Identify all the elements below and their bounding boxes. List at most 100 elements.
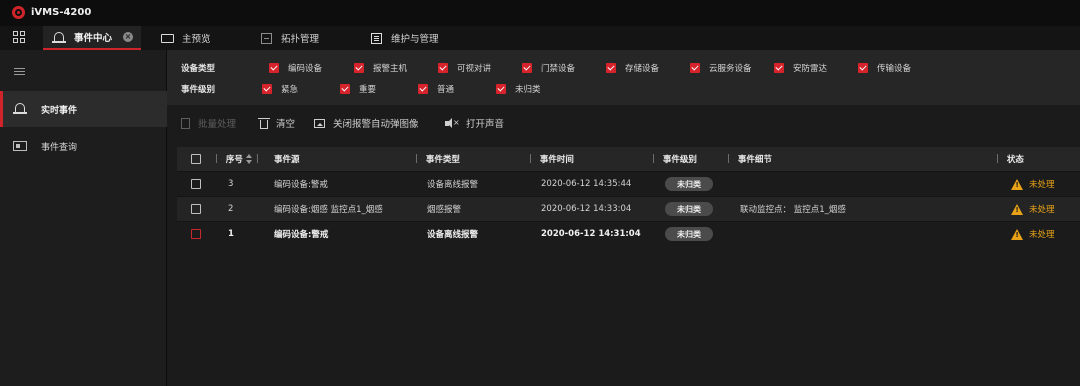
checkbox-label: 存储设备	[625, 64, 660, 74]
device-type-checkbox[interactable]: 安防雷达	[774, 62, 827, 74]
cell-index: 1	[228, 229, 234, 239]
topology-icon	[260, 32, 273, 44]
speaker-muted-icon: ×	[445, 117, 460, 129]
monitor-icon	[161, 33, 174, 44]
close-icon[interactable]: ×	[123, 32, 134, 42]
checkbox-label: 紧急	[281, 85, 299, 95]
column-header-status[interactable]: | 状态	[996, 147, 1024, 171]
cell-level: 未归类	[665, 222, 713, 246]
image-icon	[314, 118, 326, 129]
checkbox-checked-icon	[269, 63, 279, 73]
event-level-checkbox[interactable]: 紧急	[262, 83, 298, 95]
checkbox-checked-icon	[690, 63, 700, 73]
trash-icon	[258, 117, 270, 129]
device-type-checkbox[interactable]: 云服务设备	[690, 62, 752, 74]
header-label: 事件细节	[737, 155, 772, 165]
header-label: 事件类型	[425, 155, 460, 165]
app-title: iVMS-4200	[31, 7, 92, 18]
tab-main-preview[interactable]: 主预览	[161, 26, 211, 50]
tab-event-center[interactable]: 事件中心 ×	[43, 26, 142, 50]
checkbox-checked-icon	[606, 63, 616, 73]
app-menu-grid-icon[interactable]	[13, 31, 25, 43]
device-type-checkbox[interactable]: 可视对讲	[438, 62, 491, 74]
checkbox-label: 编码设备	[288, 64, 323, 74]
tab-topology[interactable]: 拓扑管理	[260, 26, 319, 50]
table-row[interactable]: 1 编码设备:警戒 设备离线报警 2020-06-12 14:31:04 未归类…	[177, 221, 1080, 246]
checkbox-label: 门禁设备	[541, 64, 576, 74]
batch-document-icon	[181, 117, 191, 129]
table-row[interactable]: 2 编码设备:烟感 监控点1_烟感 烟感报警 2020-06-12 14:33:…	[177, 196, 1080, 221]
device-type-checkbox[interactable]: 门禁设备	[522, 62, 575, 74]
event-level-checkbox[interactable]: 普通	[418, 83, 454, 95]
main-content: 批量处理 清空 关闭报警自动弹图像 × 打开声音 | 序号 | 事件源 | 事件类型 …	[167, 105, 1080, 386]
tab-label: 维护与管理	[391, 34, 439, 45]
checkbox-checked-icon	[496, 84, 506, 94]
device-type-checkbox[interactable]: 报警主机	[354, 62, 407, 74]
checkbox-label: 传输设备	[877, 64, 912, 74]
event-level-checkbox[interactable]: 重要	[340, 83, 376, 95]
tab-maintenance[interactable]: 维护与管理	[370, 26, 439, 50]
sort-icon[interactable]	[245, 154, 252, 164]
cell-time: 2020-06-12 14:33:04	[541, 204, 632, 214]
device-type-checkbox[interactable]: 传输设备	[858, 62, 911, 74]
events-table: | 序号 | 事件源 | 事件类型 | 事件时间 | 事件级别 | 事件细节 | 状态 3 编…	[177, 147, 1080, 246]
column-header-type[interactable]: | 事件类型	[415, 147, 460, 171]
batch-process-button[interactable]: 批量处理	[181, 116, 236, 130]
checkbox-icon	[191, 204, 201, 214]
device-type-checkbox[interactable]: 存储设备	[606, 62, 659, 74]
button-label: 关闭报警自动弹图像	[333, 119, 419, 130]
select-all-checkbox[interactable]	[191, 147, 201, 171]
header-label: 事件源	[274, 155, 300, 165]
alarm-bell-icon	[52, 31, 66, 43]
level-badge: 未归类	[665, 227, 713, 241]
checkbox-label: 普通	[437, 85, 455, 95]
checkbox-checked-icon	[418, 84, 428, 94]
document-search-icon	[13, 140, 27, 152]
sidebar-item-event-query[interactable]: 事件查询	[0, 128, 167, 164]
column-header-detail[interactable]: | 事件细节	[727, 147, 772, 171]
cell-status: 未处理	[1011, 197, 1055, 221]
cell-source: 编码设备:警戒	[274, 180, 328, 190]
table-row[interactable]: 3 编码设备:警戒 设备离线报警 2020-06-12 14:35:44 未归类…	[177, 171, 1080, 196]
filter-panel: 设备类型 编码设备 报警主机 可视对讲 门禁设备 存储设备 云服务设备 安防雷达…	[167, 50, 1080, 105]
alarm-bell-icon	[13, 103, 27, 115]
row-checkbox[interactable]	[191, 222, 201, 246]
checkbox-icon	[191, 229, 201, 239]
status-text: 未处理	[1029, 230, 1055, 240]
collapse-menu-icon[interactable]	[14, 68, 25, 69]
button-label: 清空	[276, 119, 296, 130]
close-alarm-auto-popup-button[interactable]: 关闭报警自动弹图像	[314, 116, 419, 130]
row-checkbox[interactable]	[191, 172, 201, 196]
cell-type: 设备离线报警	[427, 230, 479, 240]
clear-button[interactable]: 清空	[258, 116, 296, 130]
checkbox-label: 重要	[359, 85, 377, 95]
cell-time: 2020-06-12 14:31:04	[541, 229, 641, 239]
checkbox-checked-icon	[354, 63, 364, 73]
checkbox-checked-icon	[774, 63, 784, 73]
checkbox-label: 未归类	[515, 85, 541, 95]
cell-index: 3	[228, 179, 234, 189]
cell-type: 设备离线报警	[427, 180, 479, 190]
sidebar-item-realtime-events[interactable]: 实时事件	[0, 91, 167, 127]
column-header-source[interactable]: 事件源	[274, 147, 300, 171]
app-logo-icon	[12, 6, 25, 19]
checkbox-checked-icon	[858, 63, 868, 73]
column-header-time[interactable]: | 事件时间	[529, 147, 574, 171]
button-label: 打开声音	[466, 119, 505, 130]
tab-label: 主预览	[182, 34, 211, 45]
checkbox-label: 报警主机	[373, 64, 408, 74]
cell-type: 烟感报警	[427, 205, 462, 215]
row-checkbox[interactable]	[191, 197, 201, 221]
open-sound-button[interactable]: × 打开声音	[445, 116, 504, 130]
sidebar-item-label: 实时事件	[41, 105, 78, 116]
device-type-checkbox[interactable]: 编码设备	[269, 62, 322, 74]
column-header-level[interactable]: | 事件级别	[652, 147, 697, 171]
header-label: 序号	[225, 155, 243, 165]
button-label: 批量处理	[198, 119, 237, 130]
title-bar: iVMS-4200	[0, 0, 1080, 26]
warning-icon	[1011, 228, 1023, 240]
event-level-checkbox[interactable]: 未归类	[496, 83, 541, 95]
cell-source: 编码设备:警戒	[274, 230, 329, 240]
device-type-label: 设备类型	[181, 64, 216, 74]
column-header-index[interactable]: | 序号 |	[215, 147, 267, 171]
